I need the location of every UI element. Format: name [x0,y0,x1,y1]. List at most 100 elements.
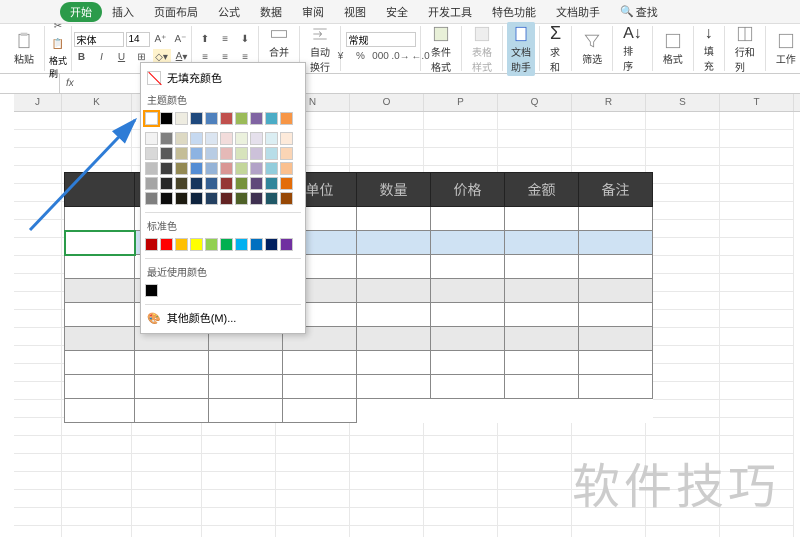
tab-insert[interactable]: 插入 [102,0,144,24]
font-name-select[interactable] [74,32,124,47]
color-swatch[interactable] [205,162,218,175]
table-cell[interactable] [431,279,505,303]
table-cell[interactable] [357,255,431,279]
table-cell[interactable] [209,399,283,423]
table-cell[interactable] [65,255,135,279]
color-swatch[interactable] [235,192,248,205]
color-swatch[interactable] [145,192,158,205]
table-cell[interactable] [135,351,209,375]
table-header[interactable]: 备注 [579,173,653,207]
color-swatch[interactable] [160,147,173,160]
color-swatch[interactable] [235,112,248,125]
increase-font-icon[interactable]: A⁺ [152,31,170,49]
table-cell[interactable] [505,255,579,279]
color-swatch[interactable] [280,132,293,145]
table-cell[interactable] [579,303,653,327]
tab-find[interactable]: 🔍查找 [610,0,668,24]
color-swatch[interactable] [205,147,218,160]
table-cell[interactable] [579,255,653,279]
decrease-font-icon[interactable]: A⁻ [172,31,190,49]
color-swatch[interactable] [145,162,158,175]
table-cell[interactable] [357,231,431,255]
color-swatch[interactable] [250,177,263,190]
table-cell[interactable] [431,375,505,399]
table-cell[interactable] [579,279,653,303]
color-swatch[interactable] [220,177,233,190]
table-cell[interactable] [65,303,135,327]
color-swatch[interactable] [280,147,293,160]
color-swatch[interactable] [145,238,158,251]
color-swatch[interactable] [265,192,278,205]
underline-icon[interactable]: U [113,49,131,67]
color-swatch[interactable] [190,192,203,205]
col-header-K[interactable]: K [62,94,132,111]
tab-view[interactable]: 视图 [334,0,376,24]
bold-icon[interactable]: B [73,49,91,67]
table-cell[interactable] [357,375,431,399]
tab-security[interactable]: 安全 [376,0,418,24]
color-swatch[interactable] [265,238,278,251]
color-swatch[interactable] [280,112,293,125]
color-swatch[interactable] [175,177,188,190]
sort-button[interactable]: A↓排序 [617,23,648,75]
color-swatch[interactable] [235,238,248,251]
color-swatch[interactable] [160,112,173,125]
tab-dev[interactable]: 开发工具 [418,0,482,24]
tab-formula[interactable]: 公式 [208,0,250,24]
doc-helper-button[interactable]: 文档助手 [507,22,535,76]
color-swatch[interactable] [250,147,263,160]
color-swatch[interactable] [265,112,278,125]
table-cell[interactable] [357,207,431,231]
color-swatch[interactable] [265,162,278,175]
more-colors-option[interactable]: 🎨 其他颜色(M)... [145,307,301,329]
table-cell[interactable] [357,327,431,351]
color-swatch[interactable] [175,112,188,125]
color-swatch[interactable] [160,192,173,205]
color-swatch[interactable] [280,238,293,251]
percent-icon[interactable]: % [352,47,370,65]
col-header-P[interactable]: P [424,94,498,111]
table-cell[interactable] [431,351,505,375]
filter-button[interactable]: 筛选 [576,29,608,68]
color-swatch[interactable] [220,238,233,251]
table-cell[interactable] [579,207,653,231]
table-cell[interactable] [65,399,135,423]
color-swatch[interactable] [205,112,218,125]
table-cell[interactable] [431,255,505,279]
rowcol-button[interactable]: 行和列 [729,22,761,76]
color-swatch[interactable] [190,112,203,125]
inc-decimal-icon[interactable]: .0→ [392,47,410,65]
color-swatch[interactable] [145,112,158,125]
fx-icon[interactable]: fx [60,78,80,89]
table-cell[interactable] [431,327,505,351]
tab-dochelp[interactable]: 文档助手 [546,0,610,24]
table-header[interactable] [65,173,135,207]
col-header-R[interactable]: R [572,94,646,111]
color-swatch[interactable] [280,192,293,205]
table-cell[interactable] [431,231,505,255]
table-cell[interactable] [283,399,357,423]
color-swatch[interactable] [265,177,278,190]
worksheet-button[interactable]: 工作 [770,29,800,68]
table-cell[interactable] [135,399,209,423]
table-cell[interactable] [505,375,579,399]
table-cell[interactable] [357,279,431,303]
format-button[interactable]: 格式 [657,29,689,68]
color-swatch[interactable] [205,177,218,190]
color-swatch[interactable] [235,147,248,160]
color-swatch[interactable] [160,238,173,251]
color-swatch[interactable] [175,147,188,160]
align-bot-icon[interactable]: ⬇ [236,31,254,49]
fill-button[interactable]: ↓填充 [698,23,720,75]
table-cell[interactable] [65,375,135,399]
color-swatch[interactable] [205,132,218,145]
color-swatch[interactable] [235,162,248,175]
color-swatch[interactable] [205,238,218,251]
color-swatch[interactable] [235,177,248,190]
cond-format-button[interactable]: 条件格式 [425,22,457,76]
table-cell[interactable] [209,375,283,399]
table-cell[interactable] [579,399,653,423]
name-box[interactable] [0,74,60,93]
table-cell[interactable] [579,375,653,399]
col-header-J[interactable]: J [14,94,62,111]
